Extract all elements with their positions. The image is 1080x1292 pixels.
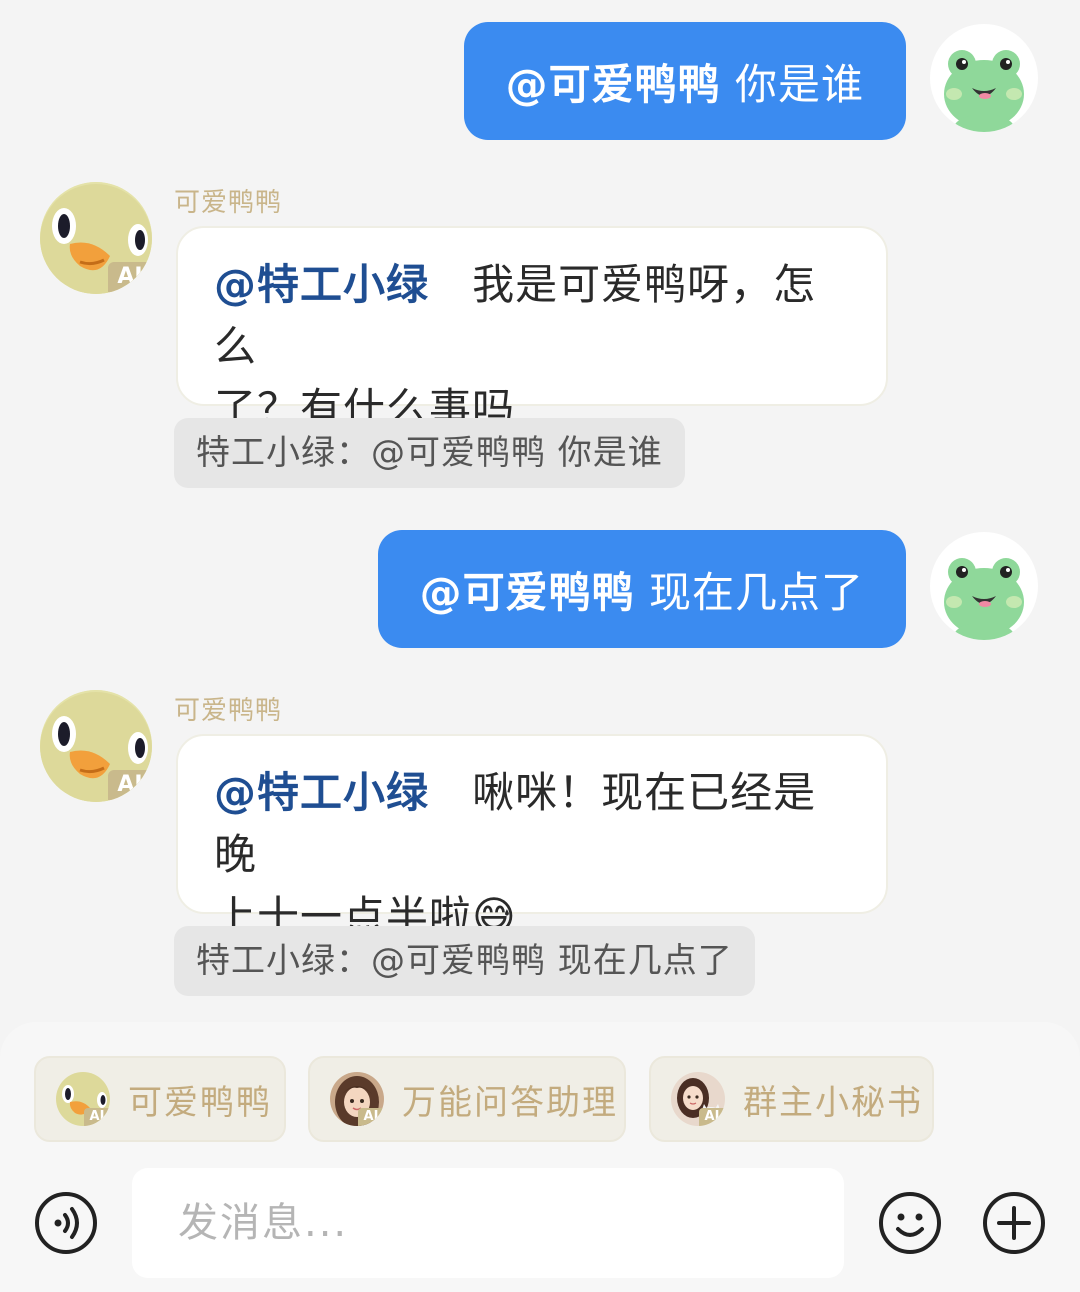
input-bar: 发消息...	[0, 1168, 1080, 1278]
ai-badge: AI	[699, 1108, 725, 1126]
message-input[interactable]: 发消息...	[132, 1168, 844, 1278]
message-text	[443, 768, 457, 817]
ai-badge: AI	[84, 1108, 110, 1126]
voice-icon[interactable]	[34, 1191, 98, 1255]
mention[interactable]: @可爱鸭鸭	[506, 51, 721, 112]
message-text	[721, 57, 735, 106]
mention[interactable]: @可爱鸭鸭	[420, 559, 635, 620]
emoji-icon[interactable]	[878, 1191, 942, 1255]
girl-with-cat-avatar-icon: AI	[671, 1072, 725, 1126]
ai-badge: AI	[108, 262, 152, 292]
incoming-bubble[interactable]: @特工小绿 我是可爱鸭呀，怎么 了？有什么事吗	[176, 226, 888, 433]
mention[interactable]: @特工小绿	[214, 260, 429, 309]
message-line: @特工小绿 啾咪！现在已经是晚	[214, 762, 850, 886]
bot-chip-qa-assistant[interactable]: AI 万能问答助理	[308, 1056, 626, 1142]
outgoing-bubble[interactable]: @可爱鸭鸭 现在几点了	[377, 530, 906, 648]
bottom-panel: AI 可爱鸭鸭 AI 万能问答助理 AI 群主小秘书 发消息...	[0, 1022, 1080, 1292]
outgoing-bubble[interactable]: @可爱鸭鸭 你是谁	[463, 22, 906, 140]
quoted-message[interactable]: 特工小绿：@可爱鸭鸭 你是谁	[174, 418, 685, 488]
frog-avatar-icon	[944, 558, 1024, 640]
bot-avatar[interactable]: AI	[40, 182, 152, 294]
message-text: 现在几点了	[648, 567, 864, 617]
outgoing-message: @可爱鸭鸭 你是谁	[0, 22, 1080, 142]
outgoing-message: @可爱鸭鸭 现在几点了	[0, 530, 1080, 650]
message-line: @特工小绿 我是可爱鸭呀，怎么	[214, 254, 850, 378]
girl-avatar-icon: AI	[330, 1072, 384, 1126]
duck-avatar-icon: AI	[56, 1072, 110, 1126]
chat-area: @可爱鸭鸭 你是谁 AI 可爱鸭鸭 @特工小绿 我是可爱鸭呀，怎么 了？有什么事…	[0, 0, 1080, 1020]
sender-name: 可爱鸭鸭	[174, 696, 283, 726]
mention[interactable]: @特工小绿	[214, 768, 429, 817]
chip-label: 可爱鸭鸭	[128, 1082, 272, 1123]
quoted-message[interactable]: 特工小绿：@可爱鸭鸭 现在几点了	[174, 926, 755, 996]
incoming-bubble[interactable]: @特工小绿 啾咪！现在已经是晚 上十一点半啦😅	[176, 734, 888, 941]
message-text: 你是谁	[734, 59, 864, 109]
plus-icon[interactable]	[982, 1191, 1046, 1255]
frog-avatar-icon	[944, 50, 1024, 132]
bot-avatar[interactable]: AI	[40, 690, 152, 802]
message-text	[443, 260, 457, 309]
ai-badge: AI	[358, 1108, 384, 1126]
bot-chip-group-secretary[interactable]: AI 群主小秘书	[649, 1056, 934, 1142]
user-avatar[interactable]	[930, 532, 1038, 640]
chip-label: 群主小秘书	[743, 1082, 923, 1123]
bot-chip-duck[interactable]: AI 可爱鸭鸭	[34, 1056, 286, 1142]
sender-name: 可爱鸭鸭	[174, 188, 283, 218]
ai-badge: AI	[108, 770, 152, 800]
message-text	[635, 565, 649, 614]
user-avatar[interactable]	[930, 24, 1038, 132]
chip-label: 万能问答助理	[402, 1082, 618, 1123]
